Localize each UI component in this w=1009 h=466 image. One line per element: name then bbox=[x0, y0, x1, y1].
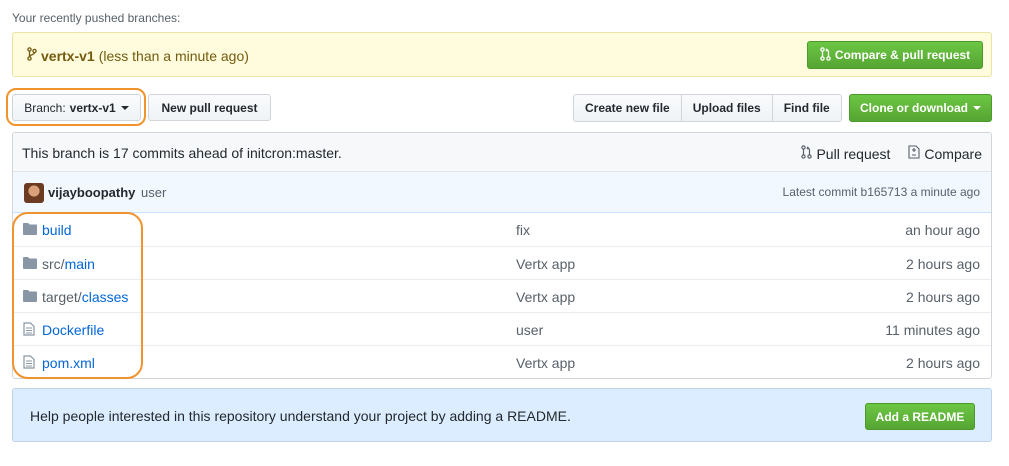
file-commit-message[interactable]: Vertx app bbox=[516, 256, 575, 272]
table-row: pom.xml Vertx app 2 hours ago bbox=[13, 345, 991, 378]
file-age: 2 hours ago bbox=[906, 289, 980, 305]
file-commit-message[interactable]: user bbox=[516, 322, 543, 338]
branch-select-menu[interactable]: Branch: vertx-v1 bbox=[12, 94, 141, 121]
commit-message[interactable]: user bbox=[141, 185, 166, 200]
compare-pull-request-label: Compare & pull request bbox=[834, 48, 971, 62]
create-new-file-button[interactable]: Create new file bbox=[573, 94, 682, 122]
table-row: build fix an hour ago bbox=[13, 213, 991, 246]
file-commit-message[interactable]: Vertx app bbox=[516, 289, 575, 305]
commits-ahead-text: This branch is 17 commits ahead of initc… bbox=[22, 145, 342, 161]
commit-author[interactable]: vijayboopathy bbox=[48, 185, 135, 200]
table-row: target/classes Vertx app 2 hours ago bbox=[13, 279, 991, 312]
clone-or-download-button[interactable]: Clone or download bbox=[849, 94, 992, 122]
upload-files-button[interactable]: Upload files bbox=[680, 94, 773, 122]
add-readme-button[interactable]: Add a README bbox=[865, 403, 975, 430]
compare-link-label: Compare bbox=[924, 145, 982, 162]
readme-prompt: Help people interested in this repositor… bbox=[12, 388, 992, 442]
compare-pull-request-button[interactable]: Compare & pull request bbox=[807, 41, 983, 69]
file-age: 2 hours ago bbox=[906, 355, 980, 371]
files-highlight-annotation bbox=[12, 212, 143, 379]
branch-status-actions: Pull request Compare bbox=[783, 145, 982, 162]
pull-request-link[interactable]: Pull request bbox=[801, 145, 890, 162]
compare-link[interactable]: Compare bbox=[908, 145, 982, 162]
new-pull-request-button[interactable]: New pull request bbox=[148, 94, 271, 121]
clone-or-download-label: Clone or download bbox=[860, 101, 968, 115]
file-age: an hour ago bbox=[905, 222, 980, 238]
recent-branches-label: Your recently pushed branches: bbox=[12, 11, 181, 25]
file-navigation-box: This branch is 17 commits ahead of initc… bbox=[12, 132, 992, 379]
file-actions-group: Create new file Upload files Find file bbox=[573, 94, 842, 122]
avatar[interactable] bbox=[24, 183, 44, 203]
readme-prompt-text: Help people interested in this repositor… bbox=[30, 408, 571, 424]
table-row: Dockerfile user 11 minutes ago bbox=[13, 312, 991, 345]
file-commit-message[interactable]: Vertx app bbox=[516, 355, 575, 371]
branch-value: vertx-v1 bbox=[69, 100, 116, 115]
file-commit-message[interactable]: fix bbox=[516, 222, 530, 238]
file-age: 11 minutes ago bbox=[885, 322, 980, 338]
pushed-time: (less than a minute ago) bbox=[98, 47, 249, 64]
branch-prefix: Branch: bbox=[24, 100, 66, 115]
pushed-branch-name[interactable]: vertx-v1 bbox=[41, 48, 95, 64]
pull-request-link-label: Pull request bbox=[816, 145, 891, 162]
chevron-down-icon bbox=[120, 105, 129, 110]
file-list: build fix an hour ago src/main Vertx app… bbox=[13, 213, 991, 378]
latest-commit-bar: vijayboopathy user Latest commit b165713… bbox=[13, 172, 991, 213]
find-file-button[interactable]: Find file bbox=[771, 94, 842, 122]
pull-request-icon bbox=[820, 46, 835, 64]
chevron-down-icon bbox=[973, 106, 981, 110]
pull-request-icon bbox=[801, 145, 816, 162]
pushed-branch-info: vertx-v1 (less than a minute ago) bbox=[27, 47, 249, 64]
branch-icon bbox=[27, 47, 41, 64]
file-age: 2 hours ago bbox=[906, 256, 980, 272]
latest-commit-info[interactable]: Latest commit b165713 a minute ago bbox=[783, 185, 980, 199]
branch-status-bar: This branch is 17 commits ahead of initc… bbox=[13, 133, 991, 172]
diff-icon bbox=[908, 145, 924, 162]
table-row: src/main Vertx app 2 hours ago bbox=[13, 246, 991, 279]
